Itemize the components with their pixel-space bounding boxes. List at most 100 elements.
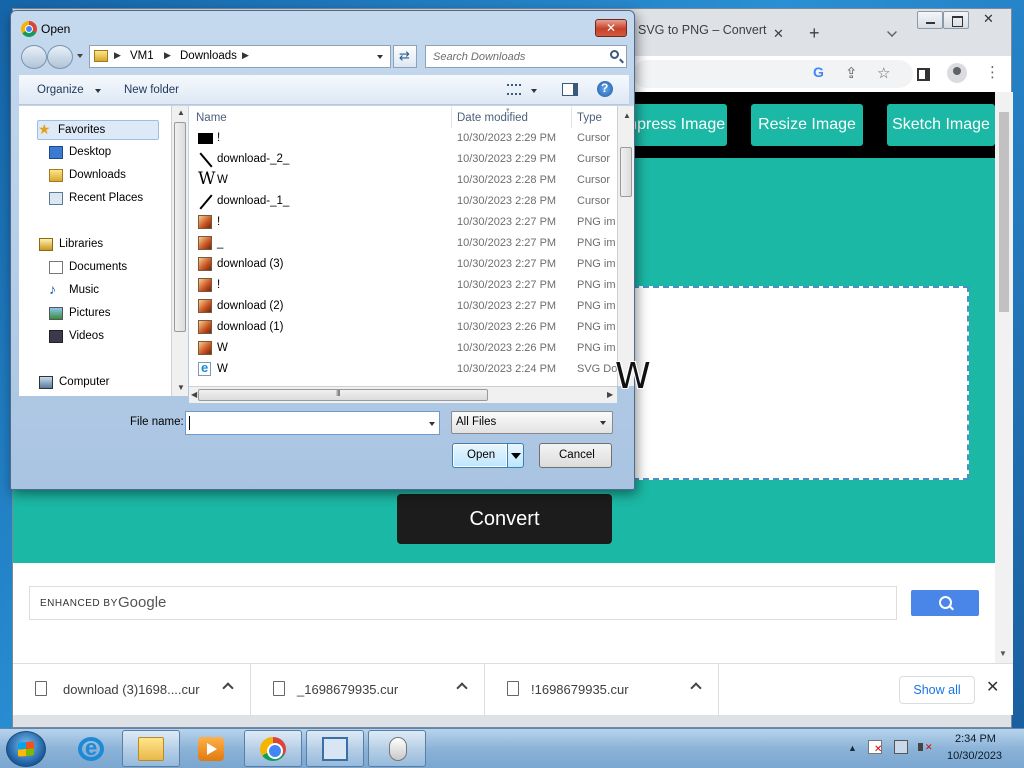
- scroll-right-arrow-icon[interactable]: ▶: [607, 390, 613, 399]
- tab-svg-to-png[interactable]: SVG to PNG – Convert: [638, 23, 767, 49]
- show-all-button[interactable]: Show all: [899, 676, 975, 704]
- share-icon[interactable]: ⇪: [845, 64, 858, 82]
- breadcrumb-arrow-icon[interactable]: ▶: [242, 50, 249, 61]
- page-scrollbar[interactable]: ▼: [995, 92, 1013, 663]
- new-folder-button[interactable]: New folder: [124, 84, 179, 96]
- file-row[interactable]: ! 10/30/2023 2:27 PM PNG im: [189, 212, 617, 233]
- column-header-date[interactable]: Date modified: [457, 112, 528, 124]
- nav-pane-scrollbar[interactable]: ▲ ▼: [171, 106, 188, 396]
- recent-locations-dropdown-icon[interactable]: [77, 54, 83, 58]
- download-item[interactable]: download (3)1698....cur: [13, 664, 251, 716]
- file-row[interactable]: W 10/30/2023 2:24 PM SVG Do: [189, 359, 617, 380]
- file-row[interactable]: _ 10/30/2023 2:27 PM PNG im: [189, 233, 617, 254]
- network-icon[interactable]: [894, 740, 908, 754]
- google-lens-icon[interactable]: G: [813, 64, 824, 80]
- scroll-up-arrow-icon[interactable]: ▲: [177, 108, 185, 117]
- scroll-down-arrow-icon[interactable]: ▼: [999, 649, 1007, 658]
- taskbar-internet-explorer[interactable]: [62, 730, 120, 767]
- file-list-hscrollbar-thumb[interactable]: [198, 389, 488, 401]
- google-search-input[interactable]: ENHANCED BY Google: [29, 586, 897, 620]
- file-row[interactable]: download-_1_ 10/30/2023 2:28 PM Cursor: [189, 191, 617, 212]
- convert-button[interactable]: Convert: [397, 494, 612, 544]
- chevron-up-icon[interactable]: [222, 682, 234, 694]
- forward-button[interactable]: [47, 45, 73, 69]
- clock-date[interactable]: 10/30/2023: [947, 750, 1002, 762]
- file-row[interactable]: download-_2_ 10/30/2023 2:29 PM Cursor: [189, 149, 617, 170]
- window-close-button[interactable]: [969, 11, 1013, 29]
- file-type: Cursor: [577, 153, 611, 165]
- column-divider[interactable]: [571, 106, 572, 128]
- open-button[interactable]: Open: [452, 443, 508, 468]
- nav-sketch-image[interactable]: Sketch Image: [887, 104, 995, 146]
- nav-resize-image[interactable]: Resize Image: [751, 104, 863, 146]
- file-type-filter[interactable]: All Files: [451, 411, 613, 434]
- address-bar[interactable]: [633, 60, 913, 88]
- back-button[interactable]: [21, 45, 47, 69]
- column-divider[interactable]: [451, 106, 452, 128]
- address-breadcrumb[interactable]: ▶ VM1 ▶ Downloads ▶: [89, 45, 391, 68]
- refresh-button[interactable]: [393, 45, 417, 68]
- tab-search-chevron-icon[interactable]: [887, 27, 897, 37]
- search-button[interactable]: [911, 590, 979, 616]
- chevron-up-icon[interactable]: [456, 682, 468, 694]
- breadcrumb-arrow-icon[interactable]: ▶: [114, 50, 121, 61]
- scroll-left-arrow-icon[interactable]: ◀: [191, 390, 197, 399]
- breadcrumb-arrow-icon[interactable]: ▶: [164, 50, 171, 61]
- address-dropdown-icon[interactable]: [377, 55, 383, 59]
- search-input[interactable]: Search Downloads: [425, 45, 627, 68]
- open-options-dropdown[interactable]: [508, 443, 524, 468]
- change-view-icon[interactable]: [507, 84, 521, 95]
- minimize-button[interactable]: [917, 11, 943, 29]
- action-center-flag-icon[interactable]: [868, 740, 882, 755]
- taskbar-mouse-settings[interactable]: [368, 730, 426, 767]
- upload-dropzone[interactable]: [623, 286, 969, 480]
- page-scrollbar-thumb[interactable]: [999, 112, 1009, 312]
- nav-pane-scrollbar-thumb[interactable]: [174, 122, 186, 332]
- taskbar-file-explorer[interactable]: [122, 730, 180, 767]
- breadcrumb-downloads[interactable]: Downloads: [180, 50, 237, 62]
- help-icon[interactable]: [597, 81, 613, 97]
- chevron-up-icon[interactable]: [690, 682, 702, 694]
- show-hidden-icons-arrow-icon[interactable]: ▲: [848, 743, 857, 753]
- taskbar-media-player[interactable]: [182, 730, 240, 767]
- taskbar-remote-desktop[interactable]: [306, 730, 364, 767]
- download-item[interactable]: _1698679935.cur: [251, 664, 485, 716]
- maximize-button[interactable]: [943, 11, 969, 29]
- column-header-type[interactable]: Type: [577, 112, 602, 124]
- dialog-close-button[interactable]: [595, 19, 627, 37]
- volume-muted-icon[interactable]: [918, 740, 933, 754]
- preview-pane-icon[interactable]: [562, 83, 578, 96]
- column-header-name[interactable]: Name: [196, 112, 227, 124]
- file-row[interactable]: download (1) 10/30/2023 2:26 PM PNG im: [189, 317, 617, 338]
- file-row[interactable]: download (3) 10/30/2023 2:27 PM PNG im: [189, 254, 617, 275]
- file-list-vscrollbar[interactable]: ▲: [617, 106, 634, 386]
- file-list-vscrollbar-thumb[interactable]: [620, 147, 632, 197]
- scroll-down-arrow-icon[interactable]: ▼: [177, 383, 185, 392]
- chevron-down-icon[interactable]: [95, 89, 101, 93]
- new-tab-button[interactable]: +: [809, 23, 820, 44]
- file-list-hscrollbar[interactable]: ◀ ▶: [189, 386, 617, 403]
- bookmark-star-icon[interactable]: ☆: [877, 64, 890, 82]
- close-shelf-icon[interactable]: ✕: [986, 677, 999, 697]
- file-row[interactable]: ! 10/30/2023 2:29 PM Cursor: [189, 128, 617, 149]
- file-name-input[interactable]: [185, 411, 440, 435]
- clock-time[interactable]: 2:34 PM: [955, 733, 996, 745]
- breadcrumb-vm1[interactable]: VM1: [130, 50, 154, 62]
- chevron-down-icon[interactable]: [531, 89, 537, 93]
- tab-close-icon[interactable]: ✕: [773, 26, 784, 42]
- download-item[interactable]: !1698679935.cur: [485, 664, 719, 716]
- cancel-button[interactable]: Cancel: [539, 443, 612, 468]
- organize-button[interactable]: Organize: [37, 84, 84, 96]
- side-panel-icon[interactable]: [917, 68, 930, 81]
- scroll-up-arrow-icon[interactable]: ▲: [623, 111, 631, 120]
- chevron-down-icon[interactable]: [429, 422, 435, 426]
- file-row[interactable]: W 10/30/2023 2:26 PM PNG im: [189, 338, 617, 359]
- file-row[interactable]: ! 10/30/2023 2:27 PM PNG im: [189, 275, 617, 296]
- start-button[interactable]: [6, 731, 46, 767]
- taskbar-chrome[interactable]: [244, 730, 302, 767]
- nav-favorites[interactable]: ★ Favorites: [37, 120, 159, 140]
- file-row[interactable]: download (2) 10/30/2023 2:27 PM PNG im: [189, 296, 617, 317]
- profile-avatar[interactable]: [947, 63, 967, 83]
- menu-kebab-icon[interactable]: ⋮: [985, 63, 1000, 81]
- file-row[interactable]: W W 10/30/2023 2:28 PM Cursor: [189, 169, 617, 191]
